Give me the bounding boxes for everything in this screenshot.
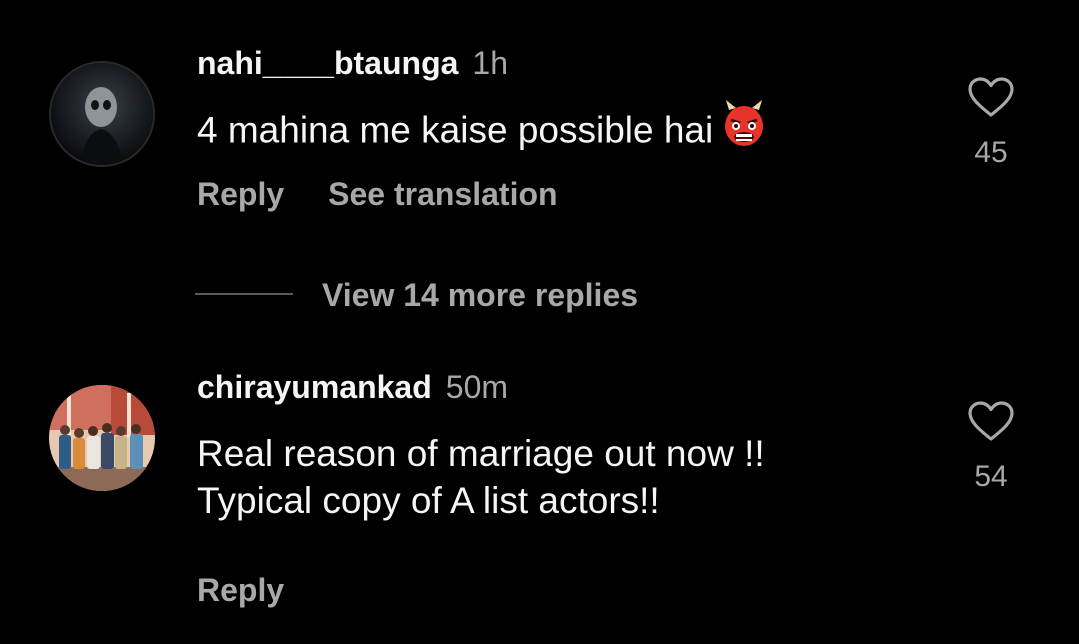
- timestamp: 1h: [472, 45, 508, 81]
- avatar[interactable]: [49, 385, 155, 491]
- replies-divider-line: [195, 293, 293, 295]
- username[interactable]: chirayumankad: [197, 369, 432, 405]
- comment-text-line: Typical copy of A list actors!!: [197, 480, 660, 521]
- username[interactable]: nahi____btaunga: [197, 45, 458, 81]
- comment-text: Real reason of marriage out now !! Typic…: [197, 430, 765, 524]
- timestamp: 50m: [445, 369, 509, 405]
- see-translation-button[interactable]: See translation: [328, 176, 557, 212]
- comment-meta: nahi____btaunga 1h: [197, 45, 508, 81]
- like-count: 54: [974, 460, 1008, 493]
- view-more-replies-label[interactable]: View 14 more replies: [322, 275, 638, 315]
- like-count: 45: [974, 136, 1008, 169]
- comment-item: nahi____btaunga 1h 4 mahina me kaise poss…: [0, 0, 1079, 260]
- heart-outline-icon[interactable]: [967, 76, 1015, 118]
- comment-actions: Reply: [197, 572, 284, 608]
- heart-outline-icon[interactable]: [967, 400, 1015, 442]
- comment-text: 4 mahina me kaise possible hai: [197, 100, 767, 159]
- reply-button[interactable]: Reply: [197, 176, 284, 212]
- reply-button[interactable]: Reply: [197, 572, 284, 608]
- comment-text-line: 4 mahina me kaise possible hai: [197, 109, 714, 151]
- comment-meta: chirayumankad 50m: [197, 369, 508, 405]
- ogre-emoji: [721, 100, 767, 159]
- avatar[interactable]: [49, 61, 155, 167]
- like-control: 54: [962, 400, 1020, 494]
- comment-text-line: Real reason of marriage out now !!: [197, 433, 765, 474]
- comment-actions: Reply See translation: [197, 176, 558, 212]
- like-control: 45: [962, 76, 1020, 170]
